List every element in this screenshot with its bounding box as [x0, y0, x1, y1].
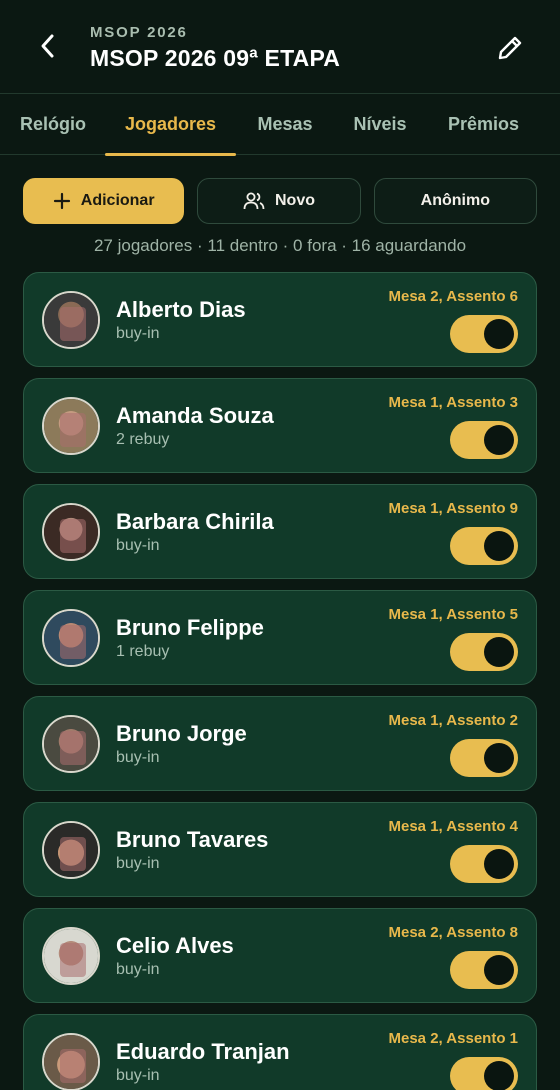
- app-screen: MSOP 2026 MSOP 2026 09ª ETAPA Relógio Jo…: [0, 0, 560, 1090]
- player-status: buy-in: [116, 855, 160, 872]
- avatar-redaction: [60, 413, 86, 447]
- player-seat: Mesa 1, Assento 4: [388, 818, 519, 835]
- player-name: Alberto Dias: [116, 297, 246, 322]
- users-icon: [243, 192, 265, 210]
- player-name: Amanda Souza: [116, 403, 274, 428]
- player-seat: Mesa 2, Assento 8: [388, 924, 519, 941]
- anonymous-player-button[interactable]: Anônimo: [373, 178, 537, 224]
- player-seat: Mesa 1, Assento 9: [388, 500, 519, 517]
- player-active-toggle[interactable]: [450, 739, 518, 777]
- player-active-toggle[interactable]: [450, 421, 518, 459]
- avatar-redaction: [60, 731, 86, 765]
- player-active-toggle[interactable]: [450, 1057, 518, 1090]
- players-summary: 27 jogadores · 11 dentro · 0 fora · 16 a…: [93, 236, 467, 255]
- player-card[interactable]: Eduardo Tranjan buy-in Mesa 2, Assento 1: [23, 1014, 537, 1090]
- header-titles: MSOP 2026 MSOP 2026 09ª ETAPA: [90, 24, 340, 72]
- player-name: Bruno Jorge: [116, 721, 247, 746]
- toggle-knob: [484, 955, 514, 985]
- player-status: buy-in: [116, 1067, 160, 1084]
- event-subtitle: MSOP 2026: [90, 24, 188, 41]
- player-card[interactable]: Barbara Chirila buy-in Mesa 1, Assento 9: [23, 484, 537, 579]
- player-name: Bruno Tavares: [116, 827, 269, 852]
- plus-icon: [53, 192, 70, 210]
- player-name: Celio Alves: [116, 933, 234, 958]
- player-card[interactable]: Celio Alves buy-in Mesa 2, Assento 8: [23, 908, 537, 1003]
- toggle-knob: [484, 637, 514, 667]
- player-seat: Mesa 1, Assento 3: [388, 394, 519, 411]
- pencil-icon: [498, 36, 522, 60]
- page-title: MSOP 2026 09ª ETAPA: [90, 45, 341, 71]
- player-seat: Mesa 2, Assento 6: [388, 288, 519, 305]
- player-active-toggle[interactable]: [450, 315, 518, 353]
- player-name: Eduardo Tranjan: [116, 1039, 290, 1064]
- header: MSOP 2026 MSOP 2026 09ª ETAPA: [0, 0, 560, 93]
- anonymous-player-label: Anônimo: [420, 192, 490, 209]
- tab-premios[interactable]: Prêmios: [436, 94, 531, 155]
- toggle-knob: [484, 425, 514, 455]
- player-card[interactable]: Amanda Souza 2 rebuy Mesa 1, Assento 3: [23, 378, 537, 473]
- player-active-toggle[interactable]: [450, 633, 518, 671]
- player-card[interactable]: Alberto Dias buy-in Mesa 2, Assento 6: [23, 272, 537, 367]
- player-card[interactable]: Bruno Jorge buy-in Mesa 1, Assento 2: [23, 696, 537, 791]
- player-status: buy-in: [116, 961, 160, 978]
- player-name: Bruno Felippe: [116, 615, 264, 640]
- tab-bar: Relógio Jogadores Mesas Níveis Prêmios: [0, 93, 560, 156]
- add-player-button[interactable]: Adicionar: [23, 178, 185, 224]
- avatar: [42, 609, 100, 667]
- player-seat: Mesa 1, Assento 2: [388, 712, 519, 729]
- back-button[interactable]: [30, 28, 66, 64]
- avatar-redaction: [60, 837, 86, 871]
- edit-button[interactable]: [492, 30, 528, 66]
- player-active-toggle[interactable]: [450, 845, 518, 883]
- player-status: 2 rebuy: [116, 431, 170, 448]
- player-list: Alberto Dias buy-in Mesa 2, Assento 6 Amand…: [23, 272, 537, 1090]
- player-status: buy-in: [116, 749, 160, 766]
- avatar: [42, 503, 100, 561]
- new-player-label: Novo: [274, 192, 315, 209]
- player-status: buy-in: [116, 325, 160, 342]
- avatar: [42, 821, 100, 879]
- tab-mesas[interactable]: Mesas: [245, 94, 325, 155]
- toggle-knob: [484, 531, 514, 561]
- add-player-label: Adicionar: [80, 192, 155, 209]
- avatar-redaction: [60, 1049, 86, 1083]
- player-active-toggle[interactable]: [450, 527, 518, 565]
- player-status: 1 rebuy: [116, 643, 170, 660]
- avatar: [42, 715, 100, 773]
- player-card[interactable]: Bruno Felippe 1 rebuy Mesa 1, Assento 5: [23, 590, 537, 685]
- avatar-redaction: [60, 519, 86, 553]
- player-card[interactable]: Bruno Tavares buy-in Mesa 1, Assento 4: [23, 802, 537, 897]
- chevron-left-icon: [41, 34, 54, 58]
- tab-jogadores[interactable]: Jogadores: [105, 94, 236, 156]
- player-name: Barbara Chirila: [116, 509, 274, 534]
- toggle-knob: [484, 743, 514, 773]
- player-status: buy-in: [116, 537, 160, 554]
- avatar: [42, 291, 100, 349]
- player-active-toggle[interactable]: [450, 951, 518, 989]
- toggle-knob: [484, 849, 514, 879]
- player-seat: Mesa 2, Assento 1: [388, 1030, 519, 1047]
- new-player-button[interactable]: Novo: [197, 178, 361, 224]
- avatar-redaction: [60, 307, 86, 341]
- avatar: [42, 927, 100, 985]
- tab-relogio[interactable]: Relógio: [10, 94, 96, 155]
- player-seat: Mesa 1, Assento 5: [388, 606, 519, 623]
- avatar: [42, 397, 100, 455]
- avatar-redaction: [60, 625, 86, 659]
- avatar: [42, 1033, 100, 1090]
- tab-niveis[interactable]: Níveis: [340, 94, 420, 155]
- toggle-knob: [484, 319, 514, 349]
- avatar-redaction: [60, 943, 86, 977]
- toggle-knob: [484, 1061, 514, 1090]
- action-buttons: Adicionar Novo Anônimo: [23, 178, 537, 224]
